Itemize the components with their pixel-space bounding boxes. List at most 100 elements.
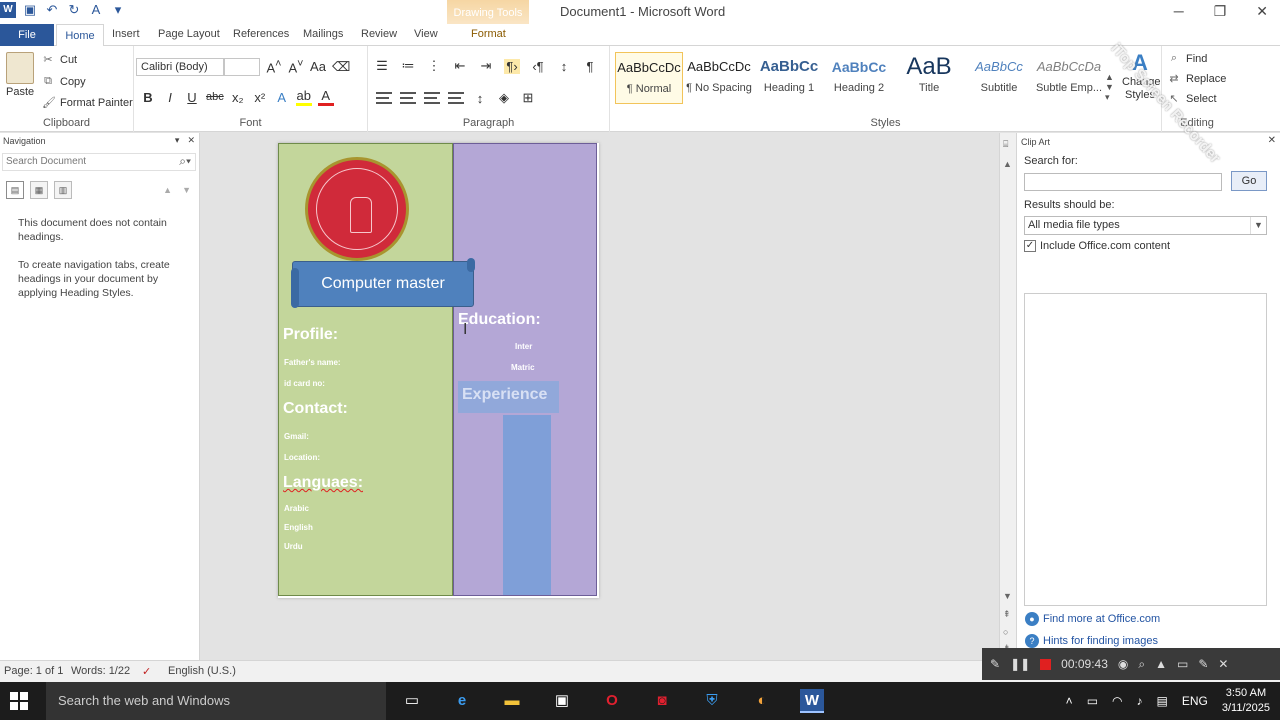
style-heading-1[interactable]: AaBbCc Heading 1 — [755, 52, 823, 104]
taskbar-search-input[interactable]: Search the web and Windows — [46, 682, 386, 720]
superscript-icon[interactable]: x² — [252, 90, 268, 105]
strikethrough-icon[interactable]: abc — [206, 91, 224, 103]
ltr-icon[interactable]: ¶› — [504, 58, 520, 74]
align-center-icon[interactable] — [400, 92, 416, 104]
previous-page-icon[interactable]: ⇞ — [1003, 609, 1011, 620]
language-status[interactable]: English (U.S.) — [168, 665, 236, 677]
checkbox-checked-icon[interactable]: ✓ — [1024, 240, 1036, 252]
font-color-icon[interactable]: A — [317, 88, 334, 106]
input-language[interactable]: ENG — [1182, 694, 1208, 708]
word-taskbar-icon[interactable]: W — [800, 689, 824, 713]
camera-icon[interactable]: ◉ — [1118, 657, 1128, 671]
justify-icon[interactable] — [448, 92, 464, 104]
experience-column-shape[interactable] — [503, 415, 551, 595]
clip-art-search-input[interactable] — [1024, 173, 1222, 191]
word-app-icon[interactable]: W — [0, 2, 16, 18]
change-case-icon[interactable]: Aa — [310, 59, 326, 74]
text-effects-icon[interactable]: A — [274, 90, 290, 105]
search-document-input[interactable]: Search Document ⌕▾ — [2, 153, 196, 171]
paint-icon[interactable]: ▲ — [1155, 657, 1167, 671]
edit-icon[interactable]: ✎ — [1198, 657, 1208, 671]
spelling-icon[interactable]: A — [88, 2, 104, 18]
close-icon[interactable]: ✕ — [1256, 3, 1268, 20]
browse-object-icon[interactable]: ○ — [1003, 627, 1008, 637]
paste-icon[interactable] — [6, 52, 34, 84]
security-icon[interactable]: ⛨ — [700, 689, 724, 713]
undo-icon[interactable]: ↶ — [44, 2, 60, 18]
style-subtitle[interactable]: AaBbCc Subtitle — [965, 52, 1033, 104]
opera-icon[interactable]: O — [600, 689, 624, 713]
pen-icon[interactable]: ✎ — [990, 657, 1000, 671]
recorder-close-icon[interactable]: ✕ — [1218, 657, 1228, 671]
shrink-font-icon[interactable]: A˅ — [288, 58, 304, 75]
experience-textbox[interactable]: Experience — [458, 381, 559, 413]
proofing-icon[interactable]: ✓ — [142, 665, 151, 678]
tab-file[interactable]: File — [0, 24, 54, 46]
stop-icon[interactable] — [1040, 658, 1052, 670]
clip-art-results[interactable] — [1024, 293, 1267, 606]
italic-icon[interactable]: I — [162, 90, 178, 105]
tab-format[interactable]: Format — [471, 28, 506, 40]
minimize-icon[interactable]: ─ — [1174, 3, 1184, 20]
sort-icon[interactable]: ↕ — [556, 59, 572, 74]
pane-menu-icon[interactable]: ▾ — [175, 135, 180, 146]
previous-arrow-icon[interactable]: ▲ — [163, 185, 172, 195]
file-explorer-icon[interactable]: ▬ — [500, 689, 524, 713]
pause-icon[interactable]: ❚❚ — [1010, 657, 1030, 671]
vertical-scrollbar[interactable]: ⌸ ▲ ▼ ⇞ ○ ⇟ — [999, 133, 1016, 660]
edge-icon[interactable]: e — [450, 689, 474, 713]
zoom-icon[interactable]: ⌕ — [1138, 657, 1145, 672]
find-more-link[interactable]: ● Find more at Office.com — [1025, 612, 1160, 626]
word-count[interactable]: Words: 1/22 — [71, 665, 130, 677]
search-icon[interactable]: ⌕▾ — [179, 154, 191, 169]
volume-icon[interactable]: ♪ — [1137, 694, 1143, 708]
pane-close-icon[interactable]: ✕ — [187, 135, 195, 146]
font-size-select[interactable] — [224, 58, 260, 76]
hints-link[interactable]: ? Hints for finding images — [1025, 634, 1158, 648]
tray-chevron-icon[interactable]: ˄ — [1066, 694, 1073, 708]
headings-view-icon[interactable]: ▤ — [6, 181, 24, 199]
replace-button[interactable]: ⇄ Replace — [1168, 72, 1226, 86]
font-name-select[interactable]: Calibri (Body) — [136, 58, 224, 76]
media-type-select[interactable]: All media file types ▼ — [1024, 216, 1267, 235]
clear-format-icon[interactable]: ⌫ — [332, 59, 350, 75]
rtl-icon[interactable]: ‹¶ — [530, 59, 546, 74]
redo-icon[interactable]: ↻ — [66, 2, 82, 18]
save-icon[interactable]: ▣ — [22, 2, 38, 18]
task-view-icon[interactable]: ▭ — [400, 689, 424, 713]
page-count[interactable]: Page: 1 of 1 — [4, 665, 63, 677]
find-button[interactable]: ⌕ Find — [1168, 52, 1208, 65]
show-marks-icon[interactable]: ¶ — [582, 59, 598, 74]
format-painter-button[interactable]: 🖌 Format Painter — [42, 96, 133, 110]
document-page[interactable]: Computer master Profile: Father's name: … — [278, 143, 599, 598]
align-left-icon[interactable] — [376, 92, 392, 104]
ruler-toggle-icon[interactable]: ⌸ — [1003, 139, 1008, 150]
chevron-down-icon[interactable]: ▼ — [1250, 217, 1266, 234]
grow-font-icon[interactable]: A˄ — [266, 58, 282, 75]
style-no-spacing[interactable]: AaBbCcDc ¶ No Spacing — [685, 52, 753, 104]
paste-button[interactable]: Paste — [6, 86, 34, 98]
battery-icon[interactable]: ▭ — [1087, 694, 1098, 708]
borders-icon[interactable]: ⊞ — [520, 90, 536, 106]
logo-seal[interactable] — [305, 157, 409, 261]
restore-icon[interactable]: ❐ — [1214, 3, 1227, 20]
highlight-icon[interactable]: ab — [295, 88, 312, 106]
mask-icon[interactable]: ▭ — [1177, 657, 1188, 671]
tab-mailings[interactable]: Mailings — [303, 28, 343, 40]
results-view-icon[interactable]: ▥ — [54, 181, 72, 199]
windows-start-icon[interactable] — [10, 692, 28, 710]
notifications-icon[interactable]: ▤ — [1157, 694, 1168, 708]
media-app-icon[interactable]: ◐ — [750, 689, 774, 713]
increase-indent-icon[interactable]: ⇥ — [478, 58, 494, 74]
decrease-indent-icon[interactable]: ⇤ — [452, 58, 468, 74]
gallery-scroll[interactable]: ▲ ▼ ▾ — [1105, 72, 1114, 102]
tab-references[interactable]: References — [233, 28, 289, 40]
style-title[interactable]: AaB Title — [895, 52, 963, 104]
scroll-up-icon[interactable]: ▲ — [1003, 159, 1012, 169]
include-office-checkbox[interactable]: ✓ Include Office.com content — [1024, 240, 1170, 252]
style-heading-2[interactable]: AaBbCc Heading 2 — [825, 52, 893, 104]
store-icon[interactable]: ▣ — [550, 689, 574, 713]
bullets-icon[interactable]: ☰ — [374, 58, 390, 74]
subscript-icon[interactable]: x₂ — [230, 90, 246, 105]
tab-insert[interactable]: Insert — [112, 28, 140, 40]
